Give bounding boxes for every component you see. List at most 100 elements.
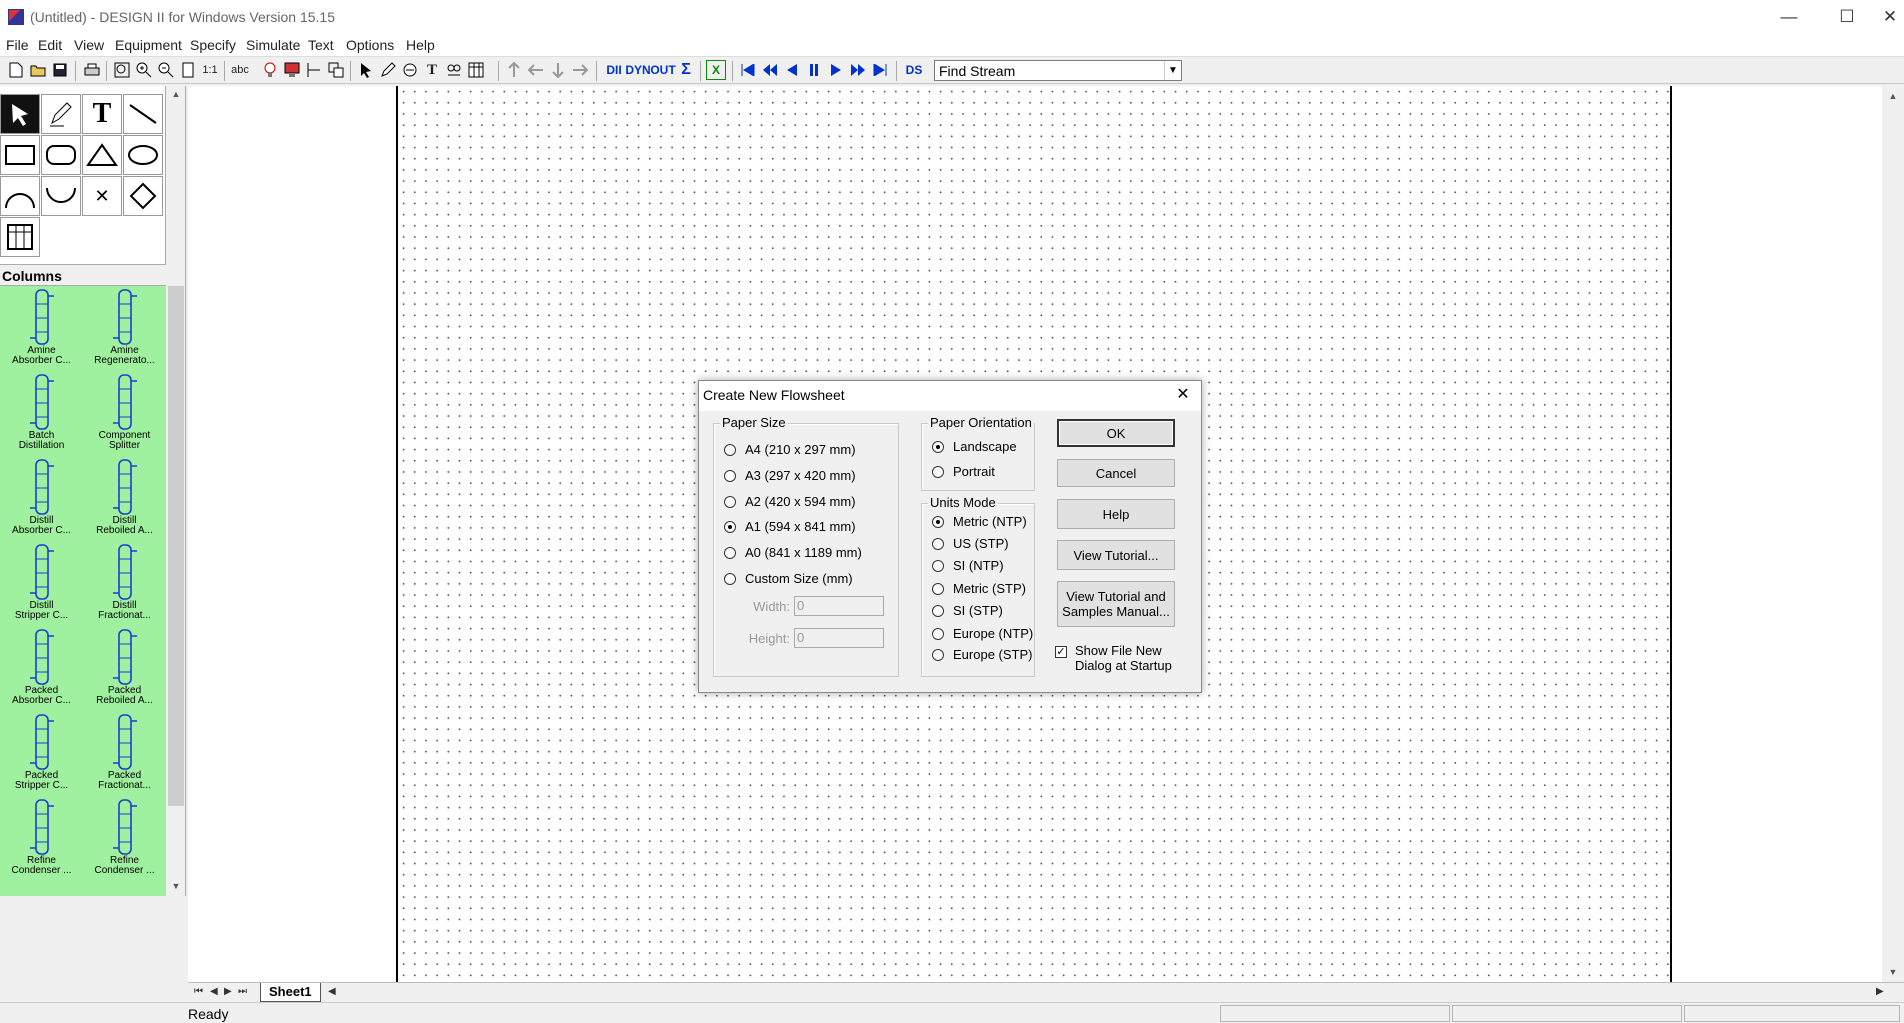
first-icon[interactable]	[738, 60, 758, 80]
radio-a0[interactable]: A0 (841 x 1189 mm)	[724, 545, 862, 560]
actual-size-button[interactable]: 1:1	[200, 60, 220, 80]
checkbox-box[interactable]: ✓	[1055, 646, 1067, 658]
rectangle-tool[interactable]	[0, 135, 40, 175]
arc-up-tool[interactable]	[0, 176, 40, 216]
equipment-item[interactable]: Packed Fractionat...	[83, 711, 166, 796]
rewind-icon[interactable]	[760, 60, 780, 80]
view-tutorial-button[interactable]: View Tutorial...	[1057, 540, 1175, 570]
diamond-tool[interactable]	[123, 176, 163, 216]
arrow-left-icon[interactable]	[526, 60, 546, 80]
arrow-up-icon[interactable]	[504, 60, 524, 80]
pointer-tool[interactable]	[0, 94, 40, 134]
dii-button[interactable]: DII	[604, 60, 624, 80]
width-field[interactable]: 0	[794, 596, 884, 616]
radio-us-stp[interactable]: US (STP)	[932, 536, 1009, 551]
equipment-item[interactable]: Distill Stripper C...	[0, 541, 83, 626]
canvas-vertical-scrollbar[interactable]: ▲ ▼	[1882, 86, 1904, 982]
zoom-in-icon[interactable]	[134, 60, 154, 80]
table-tool[interactable]	[0, 217, 40, 257]
pause-icon[interactable]	[804, 60, 824, 80]
ok-button[interactable]: OK	[1057, 419, 1175, 447]
scroll-right-icon[interactable]: ▶	[1876, 986, 1884, 997]
radio-landscape[interactable]: Landscape	[932, 439, 1017, 454]
save-icon[interactable]	[50, 60, 70, 80]
rounded-rect-tool[interactable]	[41, 135, 81, 175]
find-stream-dropdown[interactable]: Find Stream ▼	[934, 60, 1182, 81]
radio-metric-stp[interactable]: Metric (STP)	[932, 581, 1026, 596]
zoom-window-icon[interactable]	[112, 60, 132, 80]
page-view-icon[interactable]	[178, 60, 198, 80]
equipment-item[interactable]: Distill Reboiled A...	[83, 456, 166, 541]
pencil-tool[interactable]	[41, 94, 81, 134]
palette-scrollbar[interactable]: ▲ ▼	[166, 86, 186, 896]
triangle-tool[interactable]	[82, 135, 122, 175]
print-icon[interactable]	[82, 60, 102, 80]
palette-scroll-thumb[interactable]	[168, 286, 184, 806]
line-tool[interactable]	[123, 94, 163, 134]
menu-text[interactable]: Text	[308, 37, 334, 53]
equipment-item[interactable]: Distill Fractionat...	[83, 541, 166, 626]
close-button[interactable]: ✕	[1876, 0, 1904, 34]
new-file-icon[interactable]	[6, 60, 26, 80]
bulb-icon[interactable]	[260, 60, 280, 80]
spell-check-button[interactable]: abc	[230, 60, 250, 80]
dialog-close-icon[interactable]: ✕	[1171, 383, 1195, 407]
arc-down-tool[interactable]	[41, 176, 81, 216]
scroll-down-icon[interactable]: ▼	[1885, 964, 1901, 980]
prev-sheet-icon[interactable]: ◀	[210, 986, 218, 997]
view-tutorial-samples-button[interactable]: View Tutorial and Samples Manual...	[1057, 581, 1175, 627]
equipment-item[interactable]: Packed Reboiled A...	[83, 626, 166, 711]
dyn-button[interactable]: DYN	[625, 60, 650, 80]
equipment-item[interactable]: Refine Condenser ...	[83, 796, 166, 881]
radio-si-stp[interactable]: SI (STP)	[932, 603, 1003, 618]
cancel-button[interactable]: Cancel	[1057, 459, 1175, 487]
scroll-up-icon[interactable]: ▲	[1885, 88, 1901, 104]
fast-forward-icon[interactable]	[848, 60, 868, 80]
help-button[interactable]: Help	[1057, 499, 1175, 529]
arrow-right-icon[interactable]	[570, 60, 590, 80]
excel-button[interactable]: X	[706, 60, 726, 80]
radio-europe-ntp[interactable]: Europe (NTP)	[932, 626, 1033, 641]
arrow-down-icon[interactable]	[548, 60, 568, 80]
menu-specify[interactable]: Specify	[190, 37, 236, 53]
out-button[interactable]: OUT	[650, 60, 675, 80]
radio-metric-ntp[interactable]: Metric (NTP)	[932, 514, 1027, 529]
equipment-item[interactable]: Batch Distillation	[0, 371, 83, 456]
maximize-button[interactable]: ☐	[1818, 0, 1876, 34]
zoom-out-icon[interactable]	[156, 60, 176, 80]
text-tool[interactable]: T	[82, 94, 122, 134]
label-icon[interactable]	[444, 60, 464, 80]
tab-sheet1[interactable]: Sheet1	[260, 983, 321, 1002]
stream-icon[interactable]	[400, 60, 420, 80]
select-arrow-icon[interactable]	[356, 60, 376, 80]
pencil-icon[interactable]	[378, 60, 398, 80]
menu-edit[interactable]: Edit	[38, 37, 62, 53]
equipment-item[interactable]: Packed Absorber C...	[0, 626, 83, 711]
last-icon[interactable]	[870, 60, 890, 80]
menu-file[interactable]: File	[6, 37, 29, 53]
equipment-item[interactable]: Distill Absorber C...	[0, 456, 83, 541]
ellipse-tool[interactable]	[123, 135, 163, 175]
radio-a2[interactable]: A2 (420 x 594 mm)	[724, 494, 856, 509]
menu-equipment[interactable]: Equipment	[115, 37, 182, 53]
app-icon[interactable]	[8, 9, 24, 25]
play-icon[interactable]	[826, 60, 846, 80]
scroll-down-icon[interactable]: ▼	[168, 878, 184, 894]
open-folder-icon[interactable]	[28, 60, 48, 80]
radio-si-ntp[interactable]: SI (NTP)	[932, 558, 1004, 573]
radio-a4[interactable]: A4 (210 x 297 mm)	[724, 442, 856, 457]
monitor-icon[interactable]	[282, 60, 302, 80]
menu-help[interactable]: Help	[406, 37, 435, 53]
text-icon[interactable]: T	[422, 60, 442, 80]
radio-custom-size[interactable]: Custom Size (mm)	[724, 571, 853, 586]
minimize-button[interactable]: —	[1760, 0, 1818, 34]
chevron-down-icon[interactable]: ▼	[1164, 61, 1181, 80]
first-sheet-icon[interactable]: ⏮	[194, 986, 203, 997]
equipment-item[interactable]: Refine Condenser ...	[0, 796, 83, 881]
radio-a1[interactable]: A1 (594 x 841 mm)	[724, 519, 856, 534]
menu-simulate[interactable]: Simulate	[246, 37, 300, 53]
scroll-left-icon[interactable]: ◀	[328, 986, 336, 997]
radio-europe-stp[interactable]: Europe (STP)	[932, 647, 1032, 662]
height-field[interactable]: 0	[794, 628, 884, 648]
ds-button[interactable]: DS	[904, 60, 924, 80]
